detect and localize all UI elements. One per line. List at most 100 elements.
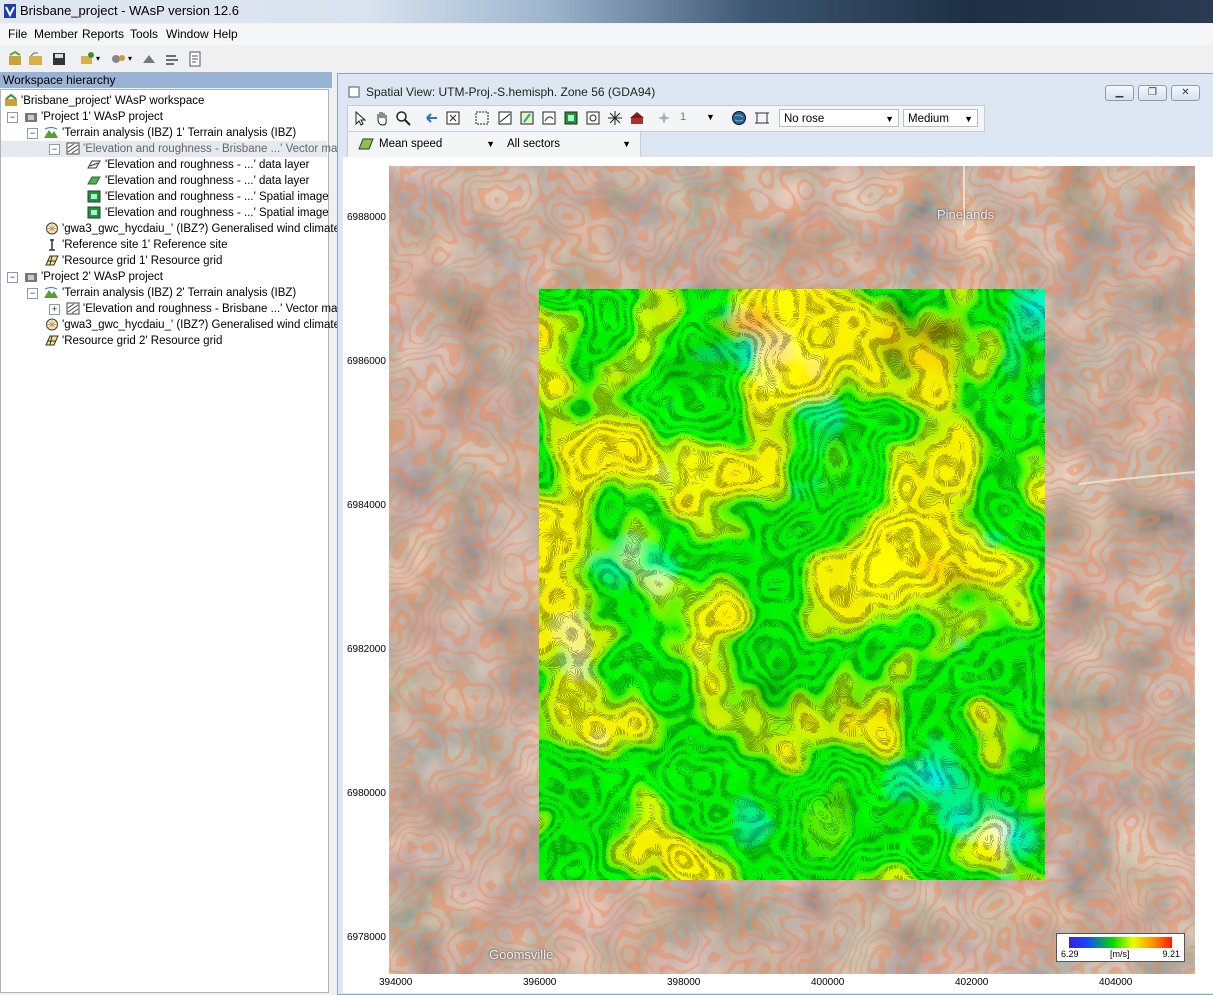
sector-number[interactable]: 1 [680, 111, 686, 123]
frame-icon[interactable] [754, 110, 770, 126]
variable-select[interactable]: Mean speed ▼ [375, 135, 499, 153]
legend-unit: [m/s] [1110, 949, 1130, 959]
collapse-icon[interactable]: − [27, 288, 38, 299]
wasp-app-icon [4, 4, 16, 18]
show-spatial-image-icon[interactable] [563, 110, 579, 126]
tree-label: 'Elevation and roughness - Brisbane ...'… [83, 303, 344, 315]
tree-label: 'Project 2' WAsP project [41, 271, 163, 283]
pan-hand-icon[interactable] [374, 110, 390, 126]
calculate-icon[interactable] [140, 50, 158, 68]
legend-max: 9.21 [1162, 949, 1180, 959]
y-tick-label: 6986000 [347, 356, 386, 367]
place-label-goomsville: Goomsville [489, 947, 553, 962]
globe-icon[interactable] [731, 110, 747, 126]
show-roughness-icon[interactable] [541, 110, 557, 126]
show-sites-icon[interactable] [607, 110, 623, 126]
show-grid-icon[interactable] [585, 110, 601, 126]
tree-label: 'Brisbane_project' WAsP workspace [21, 95, 205, 107]
mean-speed-contours [539, 289, 1045, 880]
workspace-icon [5, 94, 17, 106]
spatial-view-window-icon [348, 86, 360, 98]
x-tick-label: 404000 [1099, 977, 1133, 988]
chevron-down-icon: ▼ [622, 139, 631, 149]
menu-member[interactable]: Member [34, 27, 78, 41]
chevron-down-icon: ▼ [885, 114, 894, 124]
select-rectangle-icon[interactable] [474, 110, 490, 126]
spatial-view-title: Spatial View: UTM-Proj.-S.hemisph. Zone … [366, 85, 656, 99]
y-tick-label: 6982000 [347, 644, 386, 655]
vector-map-icon [66, 302, 80, 315]
spatial-image-icon [87, 206, 101, 219]
spatial-view-variable-toolbar: Mean speed ▼ All sectors ▼ [347, 131, 641, 158]
restore-button[interactable]: ❐ [1138, 85, 1167, 101]
back-arrow-icon[interactable] [424, 110, 440, 126]
menu-file[interactable]: File [8, 27, 27, 41]
roughness-layer-icon [87, 176, 101, 185]
elevation-layer-icon [87, 160, 101, 169]
chevron-down-icon: ▼ [964, 114, 973, 124]
zoom-extent-icon[interactable] [445, 110, 461, 126]
show-turbines-icon[interactable] [629, 110, 645, 126]
collapse-icon[interactable]: − [7, 272, 18, 283]
close-button[interactable]: ✕ [1171, 85, 1200, 101]
open-workspace-icon[interactable] [27, 50, 45, 68]
new-workspace-icon[interactable] [6, 50, 24, 68]
tree-label: 'Elevation and roughness - ...' Spatial … [105, 207, 329, 219]
resource-grid-overlay [539, 289, 1045, 880]
collapse-icon[interactable]: − [49, 144, 60, 155]
x-tick-label: 400000 [811, 977, 845, 988]
menu-tools[interactable]: Tools [130, 27, 158, 41]
zoom-icon[interactable] [395, 110, 411, 126]
y-tick-label: 6988000 [347, 212, 386, 223]
menu-window[interactable]: Window [166, 27, 209, 41]
report-icon[interactable] [186, 50, 204, 68]
tree-label: 'Elevation and roughness - ...' data lay… [105, 175, 310, 187]
collapse-icon[interactable]: − [7, 112, 18, 123]
chevron-down-icon: ▼ [486, 139, 495, 149]
sectors-select[interactable]: All sectors ▼ [503, 135, 635, 153]
menu-help[interactable]: Help [213, 27, 238, 41]
terrain-analysis-icon [44, 287, 58, 298]
y-tick-label: 6978000 [347, 932, 386, 943]
wind-climate-icon [46, 222, 58, 235]
sector-number-dropdown-icon[interactable]: ▼ [706, 112, 715, 122]
tree-row-vector-map-1[interactable]: − 'Elevation and roughness - Brisbane ..… [1, 141, 344, 157]
x-tick-label: 402000 [955, 977, 989, 988]
menu-reports[interactable]: Reports [82, 27, 124, 41]
legend-min: 6.29 [1061, 949, 1079, 959]
size-select-value: Medium [908, 113, 949, 125]
collapse-icon[interactable]: − [27, 128, 38, 139]
wind-icon[interactable] [163, 50, 181, 68]
spatial-map[interactable]: Pinelands Goomsville [389, 166, 1195, 974]
size-select[interactable]: Medium ▼ [903, 109, 978, 127]
minimize-button[interactable]: ▁ [1105, 85, 1134, 101]
tree-label: 'Resource grid 2' Resource grid [62, 335, 223, 347]
insert-member-dropdown-icon[interactable]: ▾ [128, 54, 132, 63]
add-project-icon[interactable] [78, 50, 96, 68]
tree-label: 'Terrain analysis (IBZ) 2' Terrain analy… [62, 287, 297, 299]
window-title: Brisbane_project - WAsP version 12.6 [20, 3, 239, 18]
spatial-image-icon [87, 190, 101, 203]
x-tick-label: 396000 [523, 977, 557, 988]
project-icon [25, 113, 37, 122]
resource-grid-icon [358, 138, 374, 150]
vector-map-icon [66, 142, 80, 155]
tree-label: 'Project 1' WAsP project [41, 111, 163, 123]
x-tick-label: 394000 [379, 977, 413, 988]
select-arrow-icon[interactable] [352, 110, 368, 126]
show-contours-icon[interactable] [519, 110, 535, 126]
legend-color-bar [1069, 937, 1172, 948]
spatial-view-toolbar: 1 ▼ No rose ▼ Medium ▼ [347, 105, 985, 132]
show-map-icon[interactable] [497, 110, 513, 126]
main-toolbar: ▾ ▾ [0, 46, 212, 73]
variable-select-value: Mean speed [379, 138, 443, 150]
rose-select[interactable]: No rose ▼ [779, 109, 899, 127]
add-project-dropdown-icon[interactable]: ▾ [96, 54, 100, 63]
save-icon[interactable] [50, 50, 68, 68]
tree-label: 'Elevation and roughness - ...' data lay… [105, 159, 310, 171]
tree-label: 'gwa3_gwc_hycdaiu_' (IBZ?) Generalised w… [62, 223, 340, 235]
tree-label: 'gwa3_gwc_hycdaiu_' (IBZ?) Generalised w… [62, 319, 340, 331]
insert-member-icon[interactable] [110, 50, 128, 68]
expand-icon[interactable]: + [49, 304, 60, 315]
sector-rose-icon [658, 112, 670, 124]
